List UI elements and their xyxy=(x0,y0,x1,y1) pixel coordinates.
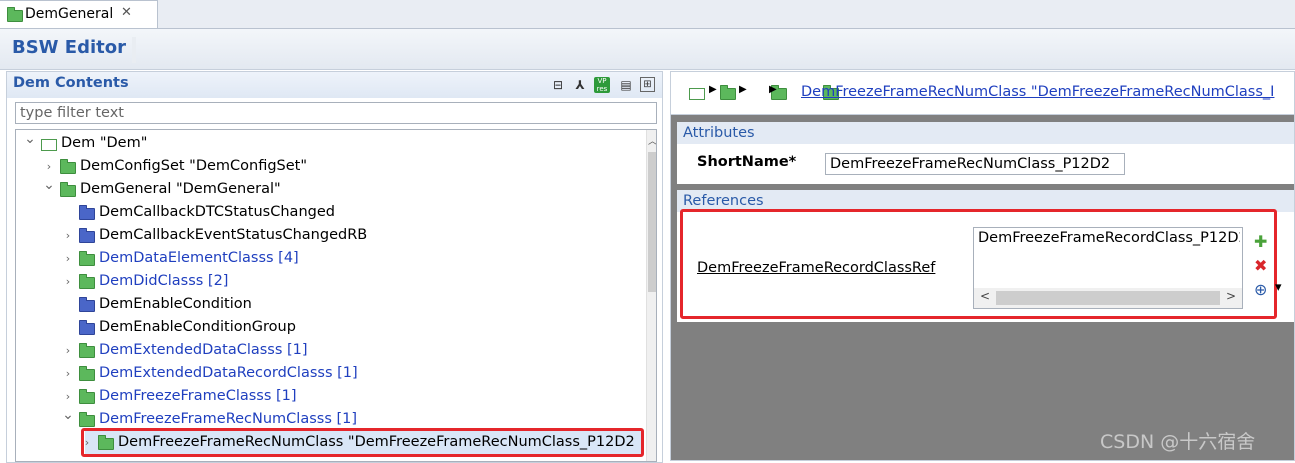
chevron-right-icon[interactable]: › xyxy=(62,247,74,270)
tree-item-label: DemExtendedDataRecordClasss [1] xyxy=(99,365,358,381)
tab-demgeneral[interactable]: DemGeneral ✕ xyxy=(0,0,158,28)
delete-icon[interactable]: ✖ xyxy=(1254,256,1267,275)
tree-item-label: DemDataElementClasss [4] xyxy=(99,250,299,266)
folder-icon xyxy=(79,297,95,312)
reference-value[interactable]: DemFreezeFrameRecordClass_P12D2 xyxy=(978,230,1240,246)
browse-reference-icon[interactable]: ⊕ xyxy=(1254,280,1267,299)
shortname-label: ShortName* xyxy=(697,154,797,170)
ref-link[interactable]: DemFreezeFrameRecordClassRef xyxy=(697,260,935,276)
folder-icon xyxy=(79,228,95,243)
add-icon[interactable]: ✚ xyxy=(1254,232,1267,251)
editor-title: BSW Editor xyxy=(12,37,127,58)
attributes-section: ShortName* xyxy=(677,144,1294,184)
folder-icon xyxy=(79,320,95,335)
breadcrumb-current-link[interactable]: DemFreezeFrameRecNumClass "DemFreezeFram… xyxy=(801,84,1274,100)
folder-icon xyxy=(79,205,95,220)
chevron-down-icon[interactable]: ⌄ xyxy=(62,404,74,427)
tab-label: DemGeneral xyxy=(25,6,114,22)
folder-icon xyxy=(79,343,95,358)
tree-item-label: DemCallbackDTCStatusChanged xyxy=(99,204,335,220)
dem-contents-panel: Dem Contents ⊟ ⅄ VPres ▤ ⊞ ⌄Dem "Dem"›De… xyxy=(6,71,663,463)
tree-item[interactable]: › DemConfigSet "DemConfigSet" xyxy=(16,155,644,178)
reference-hscrollbar[interactable]: < > xyxy=(974,288,1242,308)
tree-item[interactable]: DemCallbackDTCStatusChanged xyxy=(16,201,644,224)
folder-icon xyxy=(79,366,95,381)
tree-item-label: Dem "Dem" xyxy=(61,135,148,151)
scrollbar-thumb[interactable] xyxy=(996,291,1220,305)
scrollbar-thumb[interactable] xyxy=(648,152,656,292)
title-separator xyxy=(132,37,136,63)
filter-input[interactable] xyxy=(15,102,657,124)
editor-header: BSW Editor xyxy=(0,29,1295,70)
attributes-section-header[interactable]: Attributes xyxy=(677,122,1294,144)
chevron-right-icon[interactable]: › xyxy=(62,224,74,247)
tree-item[interactable]: ⌄ DemGeneral "DemGeneral" xyxy=(16,177,644,201)
dem-tree: ⌄ Dem "Dem" › DemConfigSet "DemConfigSet" ⌄ D… xyxy=(15,129,657,462)
tree-item-label: DemDidClasss [2] xyxy=(99,273,229,289)
folder-icon xyxy=(79,274,95,289)
tree-item[interactable]: › DemExtendedDataRecordClasss [1] xyxy=(16,362,644,385)
scroll-left-icon[interactable]: < xyxy=(980,289,990,303)
tree-item-label: DemGeneral "DemGeneral" xyxy=(80,181,281,197)
folder-icon xyxy=(79,389,95,404)
table-settings-icon[interactable]: ⊞ xyxy=(640,77,655,92)
panel-title: Dem Contents xyxy=(13,75,129,91)
document-icon[interactable]: ▤ xyxy=(618,77,634,93)
tree-item[interactable]: DemEnableCondition xyxy=(16,293,644,316)
folder-icon xyxy=(79,251,95,266)
folder-icon[interactable] xyxy=(720,85,736,100)
tree-item-label: DemConfigSet "DemConfigSet" xyxy=(80,158,308,174)
panel-header: Dem Contents ⊟ ⅄ VP res ▤ ⊞ xyxy=(7,72,662,98)
folder-icon xyxy=(60,159,76,174)
tree-item[interactable]: DemEnableConditionGroup xyxy=(16,316,644,339)
tree-item-label: DemEnableConditionGroup xyxy=(99,319,296,335)
tree-item[interactable]: › DemExtendedDataClasss [1] xyxy=(16,339,644,362)
tree-item[interactable]: › DemFreezeFrameClasss [1] xyxy=(16,385,644,408)
tree-item[interactable]: › DemCallbackEventStatusChangedRB xyxy=(16,224,644,247)
breadcrumb: ▶ ▶ ▶ DemFreezeFrameRecNumClass "DemFree… xyxy=(671,72,1294,115)
folder-icon xyxy=(60,182,76,197)
chevron-right-icon[interactable]: › xyxy=(62,339,74,362)
reference-list[interactable]: DemFreezeFrameRecordClass_P12D2 < > xyxy=(973,227,1243,309)
tree-item[interactable]: ⌄ Dem "Dem" xyxy=(16,130,644,155)
vp-res-icon[interactable]: VP res xyxy=(594,77,610,93)
highlight-box xyxy=(81,428,644,457)
scroll-up-icon[interactable]: ︿ xyxy=(647,134,656,147)
chevron-down-icon[interactable]: ⌄ xyxy=(24,130,36,151)
dem-module-icon[interactable] xyxy=(689,88,705,100)
folder-icon xyxy=(79,412,95,427)
tree-item[interactable]: › DemDataElementClasss [4] xyxy=(16,247,644,270)
watermark: CSDN @十六宿舍 xyxy=(1100,431,1256,453)
hierarchy-icon[interactable]: ⅄ xyxy=(572,77,588,93)
tree-item-label: DemCallbackEventStatusChangedRB xyxy=(99,227,368,243)
shortname-input[interactable] xyxy=(825,153,1125,175)
collapse-all-icon[interactable]: ⊟ xyxy=(550,77,566,93)
breadcrumb-arrow-icon: ▶ xyxy=(769,84,777,95)
tree-item-label: DemFreezeFrameClasss [1] xyxy=(99,388,297,404)
chevron-down-icon[interactable]: ▾ xyxy=(1275,280,1282,295)
tree-item-label: DemEnableCondition xyxy=(99,296,252,312)
folder-icon xyxy=(7,7,23,22)
chevron-right-icon[interactable]: › xyxy=(62,270,74,293)
tree-vertical-scrollbar[interactable]: ︿ xyxy=(646,130,656,461)
breadcrumb-arrow-icon: ▶ xyxy=(739,84,747,95)
editor-tab-bar: DemGeneral ✕ xyxy=(0,0,1295,29)
chevron-down-icon[interactable]: ⌄ xyxy=(43,174,55,197)
tree-item-label: DemExtendedDataClasss [1] xyxy=(99,342,308,358)
close-icon[interactable]: ✕ xyxy=(121,5,132,20)
scroll-right-icon[interactable]: > xyxy=(1226,289,1236,303)
module-icon xyxy=(41,139,57,151)
chevron-right-icon[interactable]: › xyxy=(62,362,74,385)
breadcrumb-arrow-icon: ▶ xyxy=(709,84,717,95)
tree-item[interactable]: › DemDidClasss [2] xyxy=(16,270,644,293)
editor-detail-panel: ▶ ▶ ▶ DemFreezeFrameRecNumClass "DemFree… xyxy=(670,71,1295,461)
